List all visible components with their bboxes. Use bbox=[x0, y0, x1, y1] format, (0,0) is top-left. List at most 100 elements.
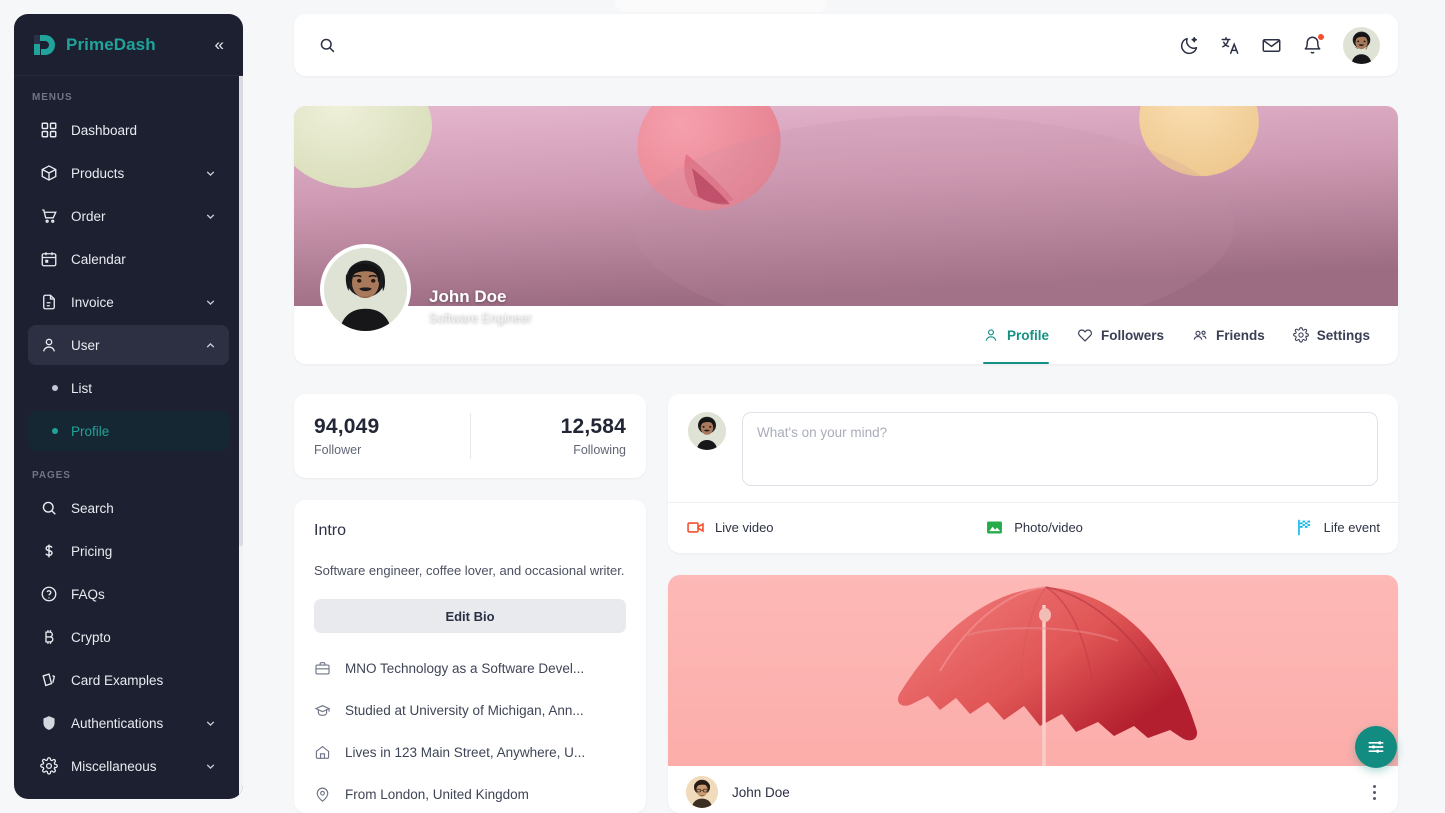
sidebar-item-calendar[interactable]: Calendar bbox=[28, 239, 229, 279]
post-composer-card: Live video Photo/video Life event bbox=[668, 394, 1398, 553]
bitcoin-icon bbox=[45, 630, 54, 644]
page-title: John Doe bbox=[429, 287, 507, 306]
notification-badge bbox=[1317, 32, 1325, 41]
scrolled-card-edge bbox=[615, 0, 827, 12]
dark-mode-icon[interactable] bbox=[1179, 35, 1200, 56]
sidebar-item-user[interactable]: User bbox=[28, 325, 229, 365]
header-icon-group bbox=[1179, 26, 1380, 64]
sidebar-item-miscellaneous[interactable]: Miscellaneous bbox=[28, 746, 229, 786]
chevron-down-icon bbox=[206, 213, 215, 219]
list-item-text: Studied at University of Michigan, Ann..… bbox=[345, 702, 584, 718]
sidebar-item-invoice[interactable]: Invoice bbox=[28, 282, 229, 322]
edit-bio-button[interactable]: Edit Bio bbox=[314, 599, 626, 634]
tab-label: Settings bbox=[1316, 327, 1370, 343]
post-text-input[interactable] bbox=[742, 412, 1378, 486]
sidebar-item-label: Crypto bbox=[71, 629, 111, 645]
sidebar-item-order[interactable]: Order bbox=[28, 196, 229, 236]
composer-actions: Live video Photo/video Life event bbox=[668, 502, 1398, 552]
sidebar-item-crypto[interactable]: Crypto bbox=[28, 617, 229, 657]
chevron-down-icon bbox=[206, 763, 215, 769]
list-item: Studied at University of Michigan, Ann..… bbox=[314, 689, 626, 731]
search-container bbox=[318, 30, 1179, 60]
profile-role: Software Engineer bbox=[429, 311, 532, 325]
sidebar-item-label: Search bbox=[71, 500, 114, 516]
chevron-up-icon bbox=[206, 342, 215, 348]
list-item-text: From London, United Kingdom bbox=[345, 786, 529, 802]
sidebar-scrollbar-thumb[interactable] bbox=[239, 76, 243, 546]
list-item: From London, United Kingdom bbox=[314, 773, 626, 813]
search-icon[interactable] bbox=[318, 36, 336, 54]
sidebar-item-label: Miscellaneous bbox=[71, 758, 157, 774]
sidebar-item-authentications[interactable]: Authentications bbox=[28, 703, 229, 743]
sidebar-item-faqs[interactable]: FAQs bbox=[28, 574, 229, 614]
prime-dash-logo bbox=[34, 34, 55, 55]
brand-name: PrimeDash bbox=[66, 34, 156, 54]
bullet-icon bbox=[52, 428, 58, 434]
chevron-down-icon bbox=[206, 170, 215, 176]
sidebar-item-dashboard[interactable]: Dashboard bbox=[28, 110, 229, 150]
kebab-menu-icon[interactable] bbox=[1369, 781, 1380, 804]
live-video-button[interactable]: Live video bbox=[686, 518, 774, 537]
photo-video-button[interactable]: Photo/video bbox=[985, 518, 1083, 537]
chevron-down-icon bbox=[206, 299, 215, 305]
composer-avatar[interactable] bbox=[688, 412, 726, 450]
sidebar-item-pricing[interactable]: Pricing bbox=[28, 531, 229, 571]
sidebar-subitem-label: Profile bbox=[71, 423, 110, 439]
list-item: Lives in 123 Main Street, Anywhere, U... bbox=[314, 731, 626, 773]
list-item: MNO Technology as a Software Devel... bbox=[314, 647, 626, 689]
grid-icon bbox=[41, 122, 57, 138]
settings-fab-button[interactable] bbox=[1355, 726, 1397, 768]
briefcase-icon bbox=[315, 662, 330, 675]
tab-followers[interactable]: Followers bbox=[1077, 306, 1164, 364]
user-icon bbox=[42, 338, 56, 352]
post-footer: John Doe bbox=[668, 766, 1398, 813]
sidebar-item-products[interactable]: Products bbox=[28, 153, 229, 193]
sidebar-item-label: Products bbox=[71, 165, 125, 181]
action-label: Life event bbox=[1323, 520, 1380, 535]
sidebar-subitem-label: List bbox=[71, 380, 93, 396]
shield-icon bbox=[43, 716, 55, 730]
action-label: Live video bbox=[715, 520, 774, 535]
sidebar-item-card-examples[interactable]: Card Examples bbox=[28, 660, 229, 700]
bell-icon[interactable] bbox=[1302, 32, 1325, 56]
tab-profile[interactable]: Profile bbox=[982, 306, 1049, 364]
sidebar-scroll-area[interactable]: MENUS Dashboard Products Order Calendar … bbox=[14, 76, 243, 799]
action-label: Photo/video bbox=[1014, 520, 1083, 535]
sidebar-item-label: Authentications bbox=[71, 715, 164, 731]
profile-identity: John Doe Software Engineer bbox=[320, 244, 532, 335]
sidebar-scrollbar[interactable] bbox=[239, 76, 243, 799]
intro-card: Intro Software engineer, coffee lover, a… bbox=[294, 500, 646, 813]
user-icon bbox=[985, 329, 997, 341]
tab-settings[interactable]: Settings bbox=[1292, 306, 1370, 364]
mail-icon[interactable] bbox=[1261, 35, 1282, 56]
life-event-button[interactable]: Life event bbox=[1295, 518, 1380, 537]
stat-value: 94,049 bbox=[314, 415, 380, 438]
post-image[interactable] bbox=[668, 575, 1398, 766]
sidebar-subitem-profile[interactable]: Profile bbox=[28, 411, 229, 451]
graduation-cap-icon bbox=[314, 704, 331, 716]
profile-avatar[interactable] bbox=[320, 244, 411, 335]
sliders-icon bbox=[1368, 741, 1384, 753]
tab-label: Followers bbox=[1100, 327, 1164, 343]
search-input[interactable] bbox=[348, 30, 768, 60]
heart-icon bbox=[1077, 329, 1092, 342]
tab-friends[interactable]: Friends bbox=[1192, 306, 1265, 364]
tab-label: Profile bbox=[1006, 327, 1049, 343]
sidebar: PrimeDash « MENUS Dashboard Products Ord… bbox=[14, 14, 243, 799]
list-item-text: MNO Technology as a Software Devel... bbox=[345, 660, 585, 676]
photo-icon bbox=[987, 521, 1003, 534]
post-card: John Doe bbox=[668, 575, 1398, 813]
chevron-double-left-icon[interactable]: « bbox=[212, 34, 227, 55]
avatar[interactable] bbox=[1343, 26, 1380, 64]
brand-header: PrimeDash « bbox=[14, 14, 243, 76]
sidebar-subitem-list[interactable]: List bbox=[28, 368, 229, 408]
location-pin-icon bbox=[316, 787, 329, 802]
gear-icon bbox=[40, 757, 58, 775]
intro-details-list: MNO Technology as a Software Devel... St… bbox=[314, 647, 626, 813]
sidebar-item-label: Invoice bbox=[71, 294, 114, 310]
post-author-avatar[interactable] bbox=[686, 776, 718, 808]
sidebar-item-search[interactable]: Search bbox=[28, 488, 229, 528]
translate-icon[interactable] bbox=[1220, 35, 1241, 56]
composer-top bbox=[668, 394, 1398, 502]
sidebar-item-label: User bbox=[71, 337, 100, 353]
